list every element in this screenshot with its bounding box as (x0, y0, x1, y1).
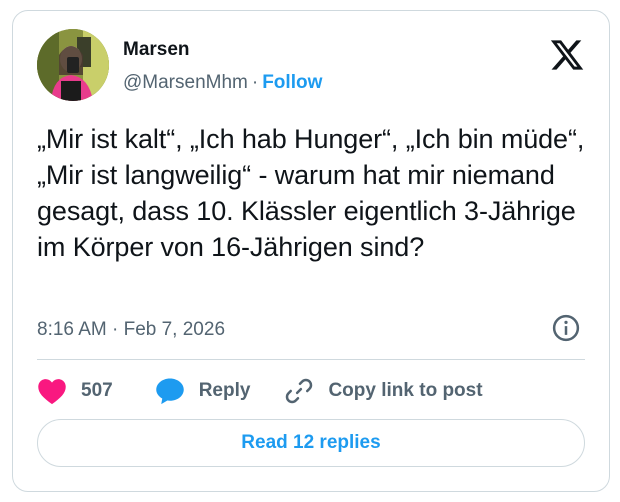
author-handle-row: @MarsenMhm · Follow (123, 72, 322, 94)
x-logo-icon[interactable] (549, 37, 585, 73)
follow-button[interactable]: Follow (262, 72, 322, 93)
author-name[interactable]: Marsen (123, 39, 190, 61)
copy-link-label: Copy link to post (328, 380, 483, 401)
read-replies-button[interactable]: Read 12 replies (37, 419, 585, 467)
like-count: 507 (81, 380, 113, 401)
avatar[interactable] (37, 29, 109, 101)
tweet-text: „Mir ist kalt“, „Ich hab Hunger“, „Ich b… (37, 124, 585, 262)
link-icon (286, 378, 313, 404)
like-button[interactable]: 507 (37, 377, 113, 405)
author-handle[interactable]: @MarsenMhm (123, 72, 248, 93)
info-icon[interactable] (551, 313, 581, 343)
heart-icon (38, 379, 66, 405)
tweet-timestamp[interactable]: 8:16 AM · Feb 7, 2026 (37, 319, 225, 341)
divider (37, 359, 585, 360)
reply-label: Reply (198, 380, 251, 401)
avatar-photo (37, 29, 109, 101)
action-bar: 507 Reply Copy link to post (37, 373, 483, 409)
tweet-card: Marsen @MarsenMhm · Follow „Mir ist kalt“,… (12, 10, 610, 492)
speech-bubble-icon (155, 378, 184, 405)
separator-dot: · (251, 72, 259, 93)
reply-button[interactable]: Reply (155, 377, 251, 405)
copy-link-button[interactable]: Copy link to post (284, 376, 483, 406)
